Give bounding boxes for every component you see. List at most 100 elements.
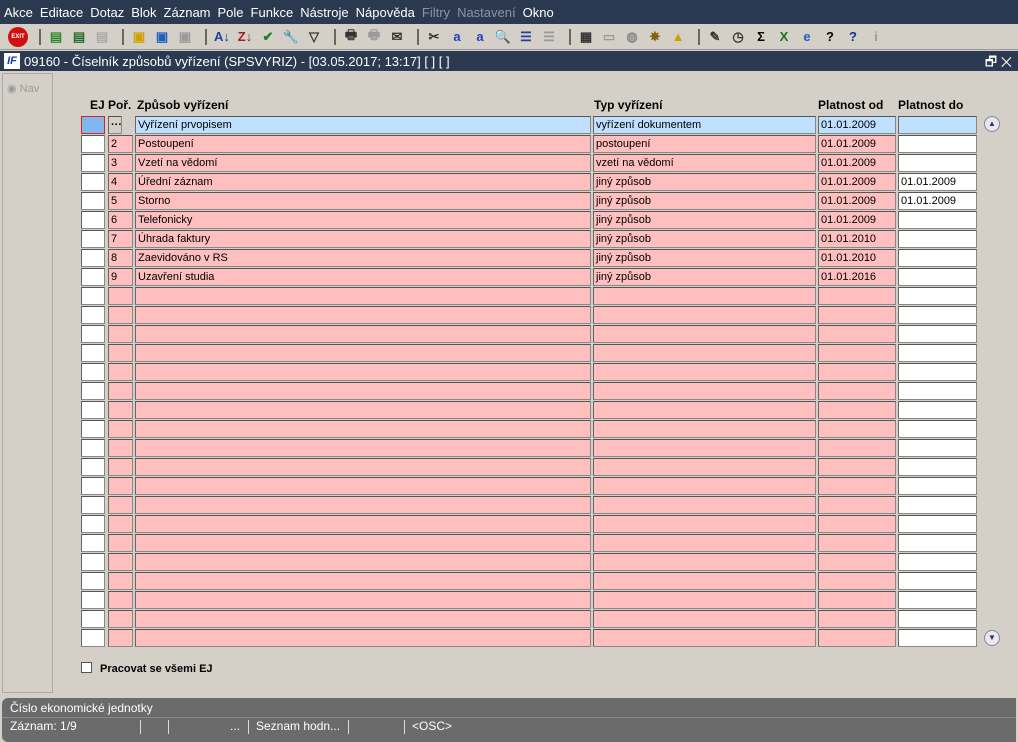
cell-zpusob[interactable] (135, 572, 591, 590)
cell-ej[interactable] (81, 116, 105, 134)
cell-typ[interactable] (593, 591, 816, 609)
cell-ej[interactable] (81, 515, 105, 533)
cell-od[interactable] (818, 553, 896, 571)
search-icon[interactable]: 🔍 (494, 28, 512, 46)
cell-typ[interactable] (593, 515, 816, 533)
all-ej-checkbox[interactable] (81, 662, 92, 673)
cell-do[interactable] (898, 249, 977, 267)
cell-ej[interactable] (81, 591, 105, 609)
nav-radio[interactable]: ◉ Nav (3, 74, 52, 103)
menu-funkce[interactable]: Funkce (251, 5, 294, 20)
cell-typ[interactable] (593, 287, 816, 305)
cell-por[interactable] (108, 458, 133, 476)
cell-por[interactable] (108, 553, 133, 571)
menu-pole[interactable]: Pole (218, 5, 244, 20)
ie-icon[interactable]: e (798, 28, 816, 46)
cell-ej[interactable] (81, 306, 105, 324)
menu-dotaz[interactable]: Dotaz (90, 5, 124, 20)
cell-do[interactable] (898, 211, 977, 229)
cell-zpusob[interactable] (135, 401, 591, 419)
cell-do[interactable] (898, 230, 977, 248)
cell-zpusob[interactable]: Úřední záznam (135, 173, 591, 191)
cell-od[interactable] (818, 610, 896, 628)
cell-od[interactable]: 01.01.2010 (818, 249, 896, 267)
cell-ej[interactable] (81, 135, 105, 153)
cell-od[interactable] (818, 420, 896, 438)
cell-por[interactable] (108, 534, 133, 552)
cell-typ[interactable] (593, 477, 816, 495)
cell-od[interactable] (818, 306, 896, 324)
cell-od[interactable] (818, 629, 896, 647)
info-icon[interactable]: i (867, 28, 885, 46)
cell-typ[interactable] (593, 572, 816, 590)
cell-od[interactable] (818, 363, 896, 381)
cell-od[interactable] (818, 458, 896, 476)
cell-do[interactable] (898, 515, 977, 533)
cell-por[interactable]: 6 (108, 211, 133, 229)
cell-od[interactable] (818, 325, 896, 343)
sort-desc-icon[interactable]: Z↓ (236, 28, 254, 46)
edit-icon[interactable]: ✎ (706, 28, 724, 46)
cell-por[interactable]: 9 (108, 268, 133, 286)
cell-ej[interactable] (81, 287, 105, 305)
cell-ej[interactable] (81, 610, 105, 628)
paste-icon[interactable]: a (471, 28, 489, 46)
cell-od[interactable] (818, 439, 896, 457)
cell-zpusob[interactable] (135, 591, 591, 609)
clock-icon[interactable]: ◷ (729, 28, 747, 46)
cell-zpusob[interactable] (135, 287, 591, 305)
print-disabled-icon[interactable]: 🖶 (365, 27, 383, 46)
cell-do[interactable] (898, 572, 977, 590)
cancel-query-icon[interactable]: ▣ (176, 28, 194, 46)
copy-icon[interactable]: a (448, 28, 466, 46)
cell-typ[interactable]: jiný způsob (593, 230, 816, 248)
cell-zpusob[interactable] (135, 363, 591, 381)
cell-typ[interactable] (593, 325, 816, 343)
cell-por[interactable] (108, 610, 133, 628)
doc-icon[interactable]: ▭ (600, 28, 618, 46)
cell-do[interactable] (898, 154, 977, 172)
insert-record-icon[interactable]: ▤ (47, 28, 65, 46)
cell-zpusob[interactable] (135, 534, 591, 552)
cell-ej[interactable] (81, 249, 105, 267)
menu-okno[interactable]: Okno (523, 5, 554, 20)
cell-do[interactable] (898, 382, 977, 400)
cell-od[interactable]: 01.01.2010 (818, 230, 896, 248)
delete-record-icon[interactable]: ▤ (70, 28, 88, 46)
cell-do[interactable] (898, 344, 977, 362)
cell-od[interactable] (818, 287, 896, 305)
sum-icon[interactable]: Σ (752, 28, 770, 46)
cell-typ[interactable] (593, 610, 816, 628)
cell-do[interactable] (898, 534, 977, 552)
cell-do[interactable] (898, 116, 977, 134)
cell-ej[interactable] (81, 477, 105, 495)
cell-por[interactable] (108, 306, 133, 324)
cell-por[interactable] (108, 363, 133, 381)
cell-zpusob[interactable] (135, 477, 591, 495)
cell-ej[interactable] (81, 629, 105, 647)
cell-do[interactable] (898, 363, 977, 381)
cell-od[interactable] (818, 591, 896, 609)
cell-zpusob[interactable]: Postoupení (135, 135, 591, 153)
print-icon[interactable]: 🖶 (342, 27, 360, 46)
help-icon[interactable]: ? (821, 28, 839, 46)
cell-typ[interactable]: jiný způsob (593, 211, 816, 229)
cell-do[interactable]: 01.01.2009 (898, 192, 977, 210)
cell-ej[interactable] (81, 154, 105, 172)
menu-nástroje[interactable]: Nástroje (300, 5, 348, 20)
cell-typ[interactable] (593, 401, 816, 419)
cell-do[interactable] (898, 458, 977, 476)
menu-nápověda[interactable]: Nápověda (356, 5, 415, 20)
menu-blok[interactable]: Blok (131, 5, 156, 20)
list-icon[interactable]: ☰ (517, 28, 535, 46)
globe-icon[interactable]: ◍ (623, 28, 641, 46)
cell-od[interactable]: 01.01.2009 (818, 192, 896, 210)
cell-zpusob[interactable]: Vzetí na vědomí (135, 154, 591, 172)
cut-icon[interactable]: ✂ (425, 28, 443, 46)
cell-ej[interactable] (81, 553, 105, 571)
check-icon[interactable]: ✔ (259, 28, 277, 46)
cell-typ[interactable]: vyřízení dokumentem (593, 116, 816, 134)
cell-do[interactable] (898, 629, 977, 647)
cell-do[interactable] (898, 306, 977, 324)
cell-por[interactable]: ··· (108, 116, 122, 134)
